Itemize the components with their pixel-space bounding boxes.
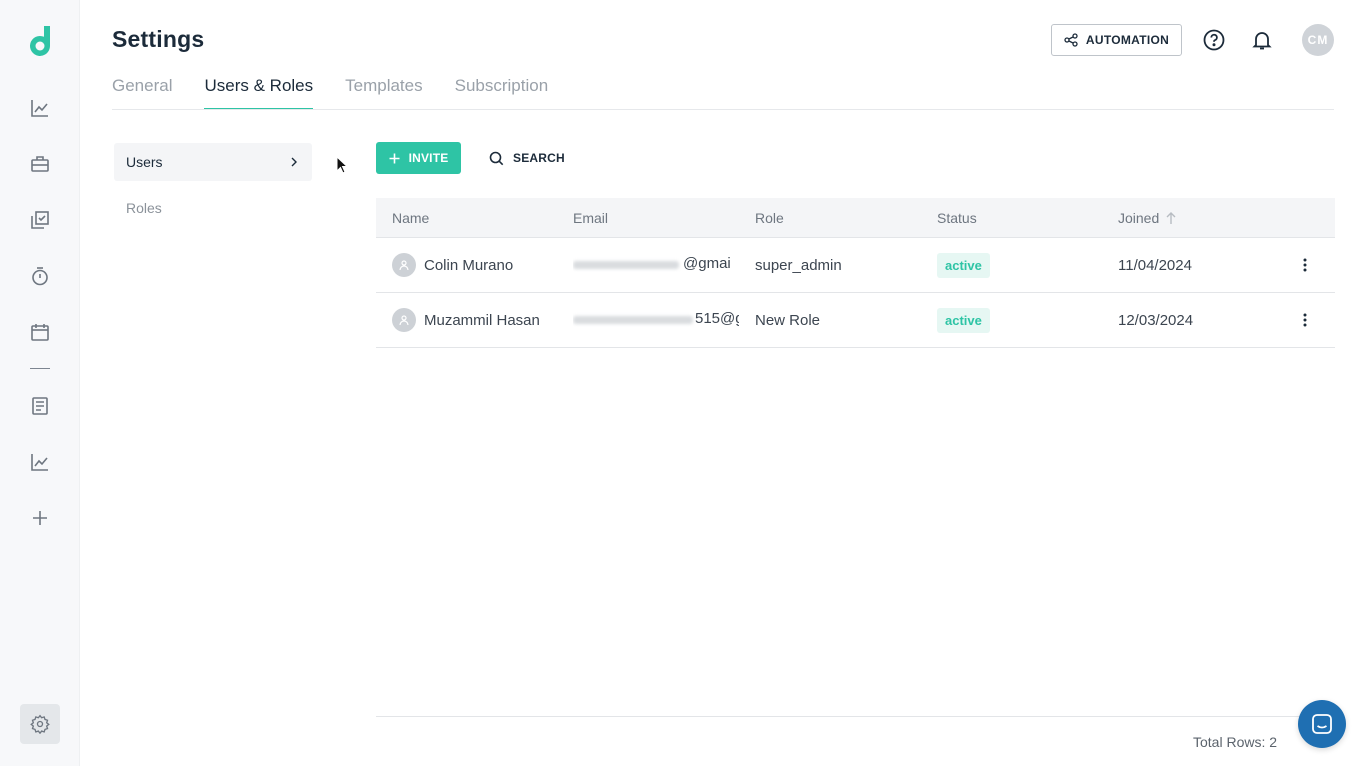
search-label: SEARCH	[513, 151, 565, 165]
joined-date: 11/04/2024	[1118, 256, 1192, 274]
mouse-cursor-icon	[336, 156, 348, 174]
chat-launcher-button[interactable]	[1298, 700, 1346, 748]
help-icon[interactable]	[1202, 28, 1226, 52]
users-table: Name Email Role Status Joined Colin Mura…	[376, 198, 1335, 348]
automation-button[interactable]: AUTOMATION	[1051, 24, 1182, 56]
email-cell: @gmai	[557, 255, 739, 276]
left-rail	[0, 0, 80, 766]
plus-icon	[389, 153, 400, 163]
tasks-icon[interactable]	[28, 208, 52, 232]
tab-subscription[interactable]: Subscription	[455, 76, 549, 110]
column-header-name[interactable]: Name	[376, 210, 557, 226]
tabs-divider	[112, 109, 1334, 110]
notifications-bell-icon[interactable]	[1250, 28, 1274, 52]
settings-gear-button[interactable]	[20, 704, 60, 744]
redacted-email	[573, 260, 679, 269]
document-icon[interactable]	[28, 394, 52, 418]
plus-icon[interactable]	[28, 506, 52, 530]
column-header-email[interactable]: Email	[557, 210, 739, 226]
column-header-role[interactable]: Role	[739, 210, 921, 226]
invite-label: INVITE	[408, 151, 449, 165]
status-cell: active	[921, 252, 1102, 278]
stopwatch-icon[interactable]	[28, 264, 52, 288]
user-role: New Role	[755, 311, 821, 329]
search-button[interactable]: SEARCH	[489, 148, 565, 168]
rail-divider	[30, 368, 50, 369]
reports-chart-icon[interactable]	[28, 450, 52, 474]
user-name: Muzammil Hasan	[424, 311, 540, 329]
more-vertical-icon[interactable]	[1295, 310, 1315, 330]
sort-arrow-up-icon	[1166, 211, 1176, 224]
chevron-right-icon	[291, 157, 297, 167]
row-actions	[1273, 310, 1335, 330]
table-row[interactable]: Colin Murano @gmai super_admin active 11…	[376, 238, 1335, 293]
search-icon	[489, 151, 504, 165]
user-email: 515@g	[695, 309, 739, 327]
name-cell: Muzammil Hasan	[376, 308, 557, 332]
redacted-email	[573, 315, 693, 324]
joined-date: 12/03/2024	[1118, 311, 1194, 329]
tab-templates[interactable]: Templates	[345, 76, 422, 110]
table-header: Name Email Role Status Joined	[376, 198, 1335, 238]
settings-tabs: General Users & Roles Templates Subscrip…	[112, 76, 580, 110]
column-header-joined-label: Joined	[1118, 209, 1160, 226]
briefcase-icon[interactable]	[28, 152, 52, 176]
subnav-users-label: Users	[126, 154, 163, 170]
chat-icon	[1312, 714, 1332, 734]
user-name: Colin Murano	[424, 256, 514, 274]
user-email: @gmai	[683, 254, 731, 272]
app-logo[interactable]	[24, 24, 56, 58]
status-badge: active	[937, 252, 990, 278]
subnav-roles[interactable]: Roles	[126, 200, 162, 216]
status-badge: active	[937, 307, 990, 333]
column-header-status[interactable]: Status	[921, 210, 1102, 226]
name-cell: Colin Murano	[376, 253, 557, 277]
row-actions	[1273, 255, 1335, 275]
share-nodes-icon	[1064, 33, 1078, 47]
column-header-joined[interactable]: Joined	[1102, 210, 1273, 226]
table-footer-divider	[376, 716, 1335, 717]
table-row[interactable]: Muzammil Hasan 515@g New Role active 12/…	[376, 293, 1335, 348]
page-title: Settings	[112, 26, 205, 52]
more-vertical-icon[interactable]	[1295, 255, 1315, 275]
user-avatar[interactable]: CM	[1302, 24, 1334, 56]
status-cell: active	[921, 307, 1102, 333]
calendar-icon[interactable]	[28, 320, 52, 344]
gear-icon	[30, 714, 50, 734]
automation-label: AUTOMATION	[1085, 33, 1170, 47]
user-avatar-icon	[392, 308, 416, 332]
user-role: super_admin	[755, 256, 842, 274]
user-avatar-icon	[392, 253, 416, 277]
email-cell: 515@g	[557, 310, 739, 331]
total-rows-count: Total Rows: 2	[1193, 734, 1278, 750]
analytics-icon[interactable]	[28, 96, 52, 120]
tab-users-roles[interactable]: Users & Roles	[204, 76, 313, 110]
invite-button[interactable]: INVITE	[376, 142, 461, 174]
subnav-users[interactable]: Users	[114, 143, 312, 181]
tab-general[interactable]: General	[112, 76, 172, 110]
